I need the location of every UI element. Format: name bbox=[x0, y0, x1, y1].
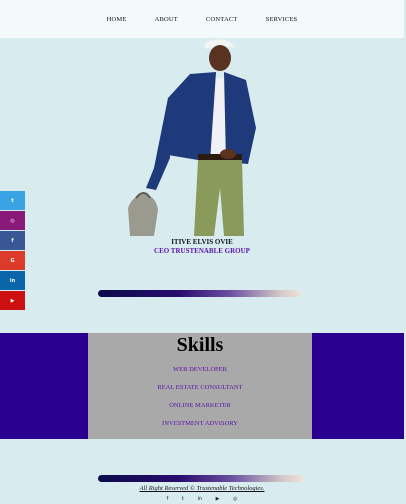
decorative-brush-stroke bbox=[98, 290, 301, 297]
twitter-icon: t bbox=[11, 197, 14, 204]
footer-copyright: All Right Reserved © Trustenable Technol… bbox=[139, 485, 265, 492]
skill-item: WEB DEVELOPER bbox=[173, 366, 227, 373]
profile-photo bbox=[124, 38, 262, 236]
skill-item: REAL ESTATE CONSULTANT bbox=[157, 384, 243, 391]
profile-name: ITIVE ELVIS OVIE bbox=[171, 238, 233, 246]
youtube-share-button[interactable]: ▶ bbox=[0, 291, 25, 310]
footer-social-icons: f t in ▶ ◎ bbox=[0, 496, 404, 502]
google-plus-share-button[interactable]: G bbox=[0, 251, 25, 270]
skills-panel: Skills WEB DEVELOPER REAL ESTATE CONSULT… bbox=[88, 333, 312, 439]
linkedin-icon: in bbox=[9, 277, 16, 284]
top-navigation: HOME ABOUT CONTACT SERVICES bbox=[0, 0, 404, 39]
youtube-icon: ▶ bbox=[10, 297, 15, 304]
twitter-icon[interactable]: t bbox=[182, 496, 184, 502]
instagram-share-button[interactable]: ◎ bbox=[0, 211, 25, 230]
profile-caption: ITIVE ELVIS OVIE CEO TRUSTENABLE GROUP bbox=[0, 238, 404, 256]
instagram-icon[interactable]: ◎ bbox=[233, 496, 237, 502]
linkedin-icon[interactable]: in bbox=[197, 496, 202, 502]
twitter-share-button[interactable]: t bbox=[0, 191, 25, 210]
skill-item: INVESTMENT ADVISORY bbox=[162, 420, 238, 427]
skills-list: WEB DEVELOPER REAL ESTATE CONSULTANT ONL… bbox=[88, 361, 312, 433]
nav-services-link[interactable]: SERVICES bbox=[266, 16, 298, 23]
youtube-icon[interactable]: ▶ bbox=[216, 496, 220, 502]
nav-contact-link[interactable]: CONTACT bbox=[206, 16, 238, 23]
nav-about-link[interactable]: ABOUT bbox=[155, 16, 178, 23]
profile-title: CEO TRUSTENABLE GROUP bbox=[154, 247, 250, 255]
social-sidebar: t ◎ f Gin ▶ bbox=[0, 191, 25, 311]
linkedin-share-button[interactable]: in bbox=[0, 271, 25, 290]
facebook-icon: f bbox=[11, 237, 14, 244]
instagram-icon: ◎ bbox=[10, 217, 15, 224]
facebook-share-button[interactable]: f bbox=[0, 231, 25, 250]
facebook-icon[interactable]: f bbox=[167, 496, 169, 502]
google-plus-icon: G bbox=[10, 257, 15, 264]
nav-home-link[interactable]: HOME bbox=[107, 16, 127, 23]
skill-item: ONLINE MARKETER bbox=[169, 402, 231, 409]
skills-heading: Skills bbox=[176, 334, 224, 356]
decorative-brush-stroke bbox=[98, 475, 303, 482]
